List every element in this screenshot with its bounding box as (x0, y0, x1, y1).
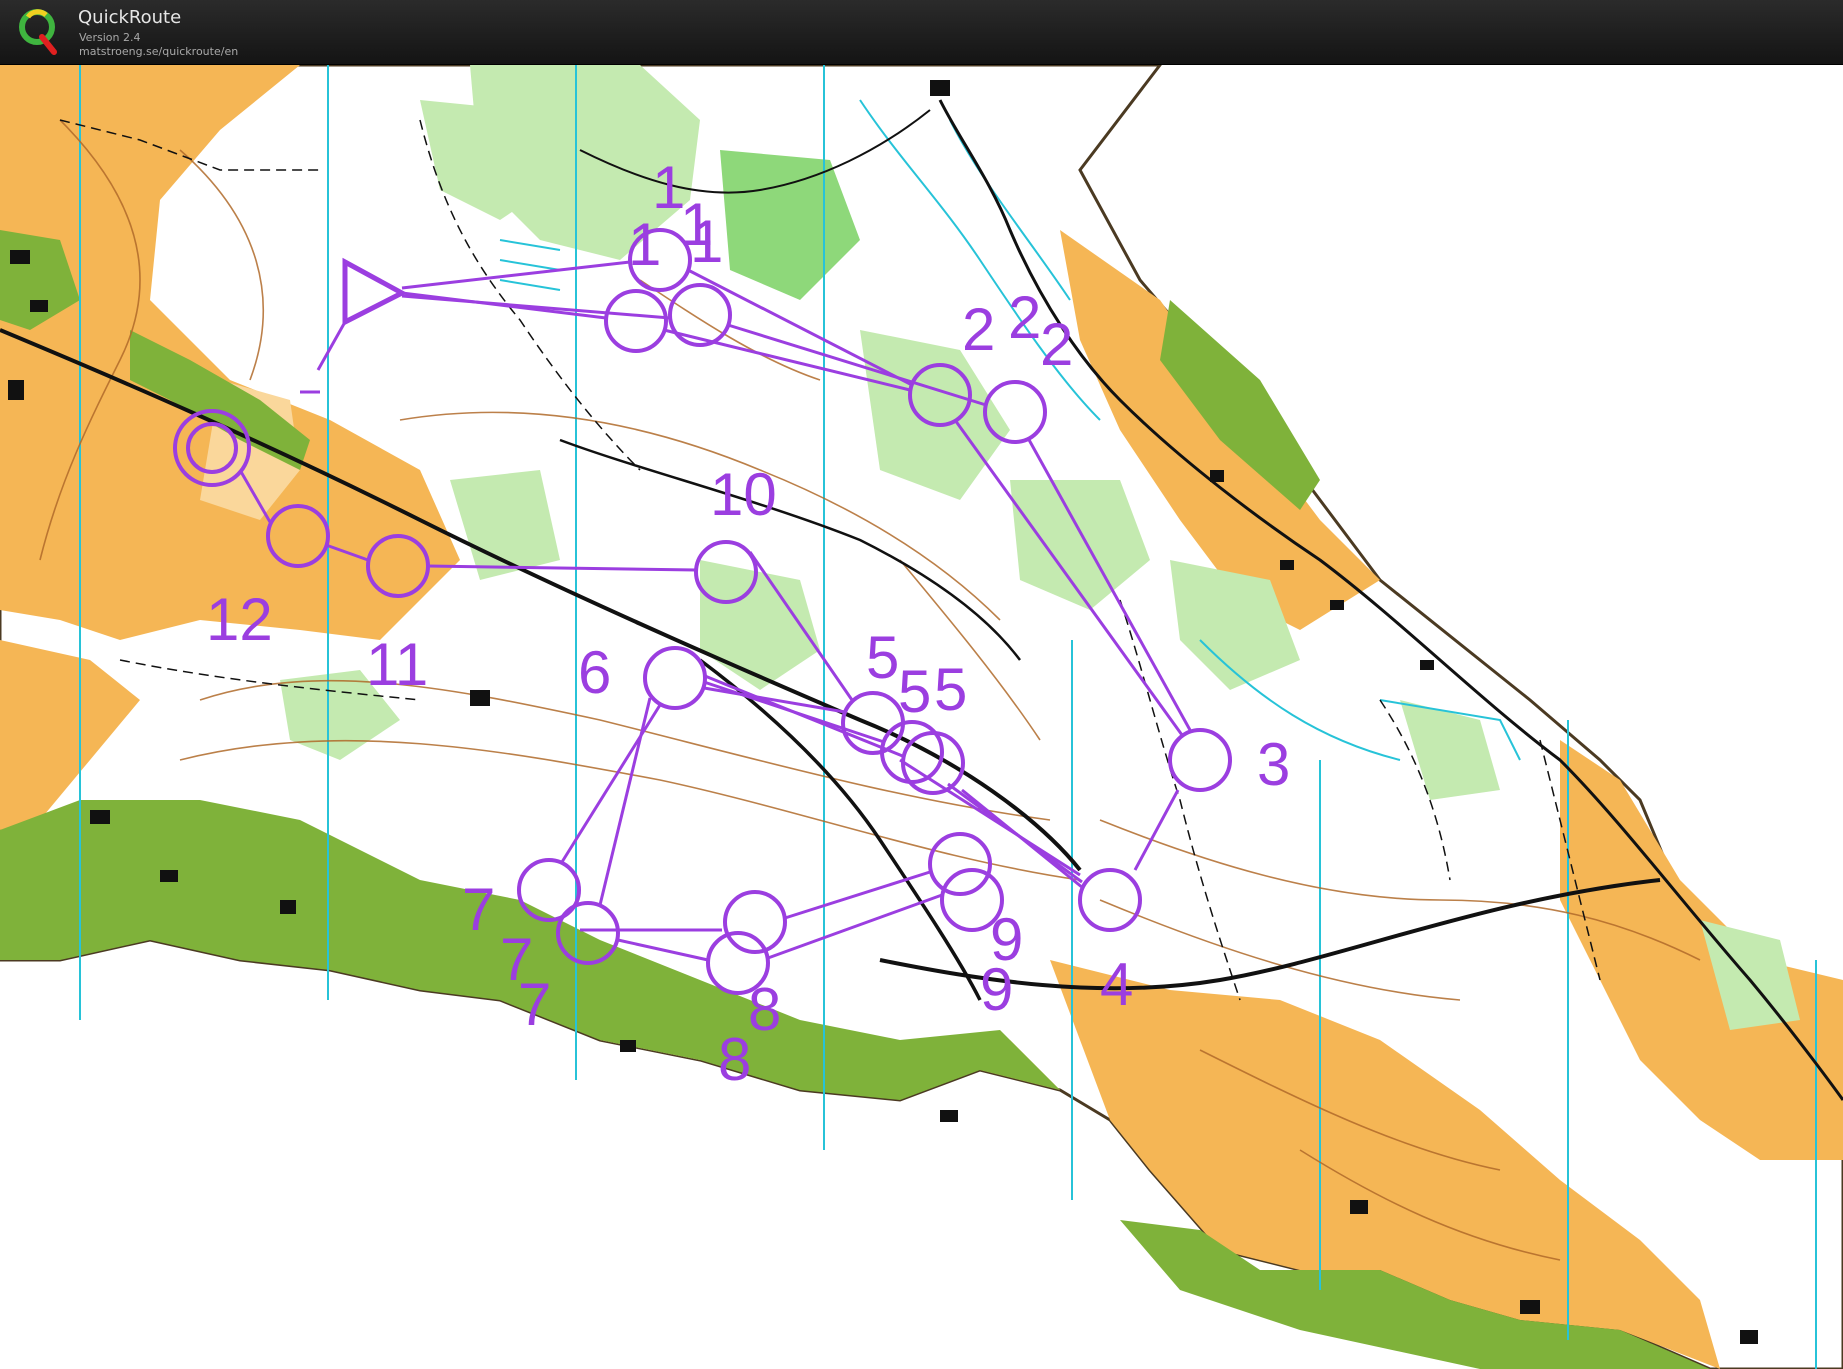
app-url[interactable]: matstroeng.se/quickroute/en (79, 45, 238, 58)
control-label: 1 (680, 191, 713, 258)
control-label: 5 (866, 624, 899, 691)
orienteering-map[interactable]: 1 1 1 1 2 2 2 3 4 5 5 5 6 7 7 7 8 8 9 9 … (0, 65, 1843, 1369)
control-label: 4 (1100, 951, 1133, 1018)
control-label: 10 (710, 461, 777, 528)
app-version: Version 2.4 (79, 31, 141, 44)
control-label: 5 (934, 656, 967, 723)
control-label: 8 (748, 976, 781, 1043)
control-label: 7 (462, 876, 495, 943)
control-label: 11 (366, 631, 428, 698)
control-label: 8 (718, 1026, 751, 1093)
control-label: 1 (628, 211, 661, 278)
quickroute-logo-icon (19, 9, 57, 55)
control-label: 2 (1040, 311, 1073, 378)
app-name: QuickRoute (78, 7, 182, 28)
control-label: 5 (898, 658, 931, 725)
control-label: 2 (962, 296, 995, 363)
control-label: 7 (518, 971, 551, 1038)
control-label: 12 (206, 586, 273, 653)
control-label: 3 (1257, 731, 1290, 798)
control-label: 9 (980, 956, 1013, 1023)
title-bar: QuickRoute Version 2.4 matstroeng.se/qui… (0, 0, 1843, 65)
control-label: 2 (1008, 284, 1041, 351)
control-label: 6 (578, 639, 611, 706)
